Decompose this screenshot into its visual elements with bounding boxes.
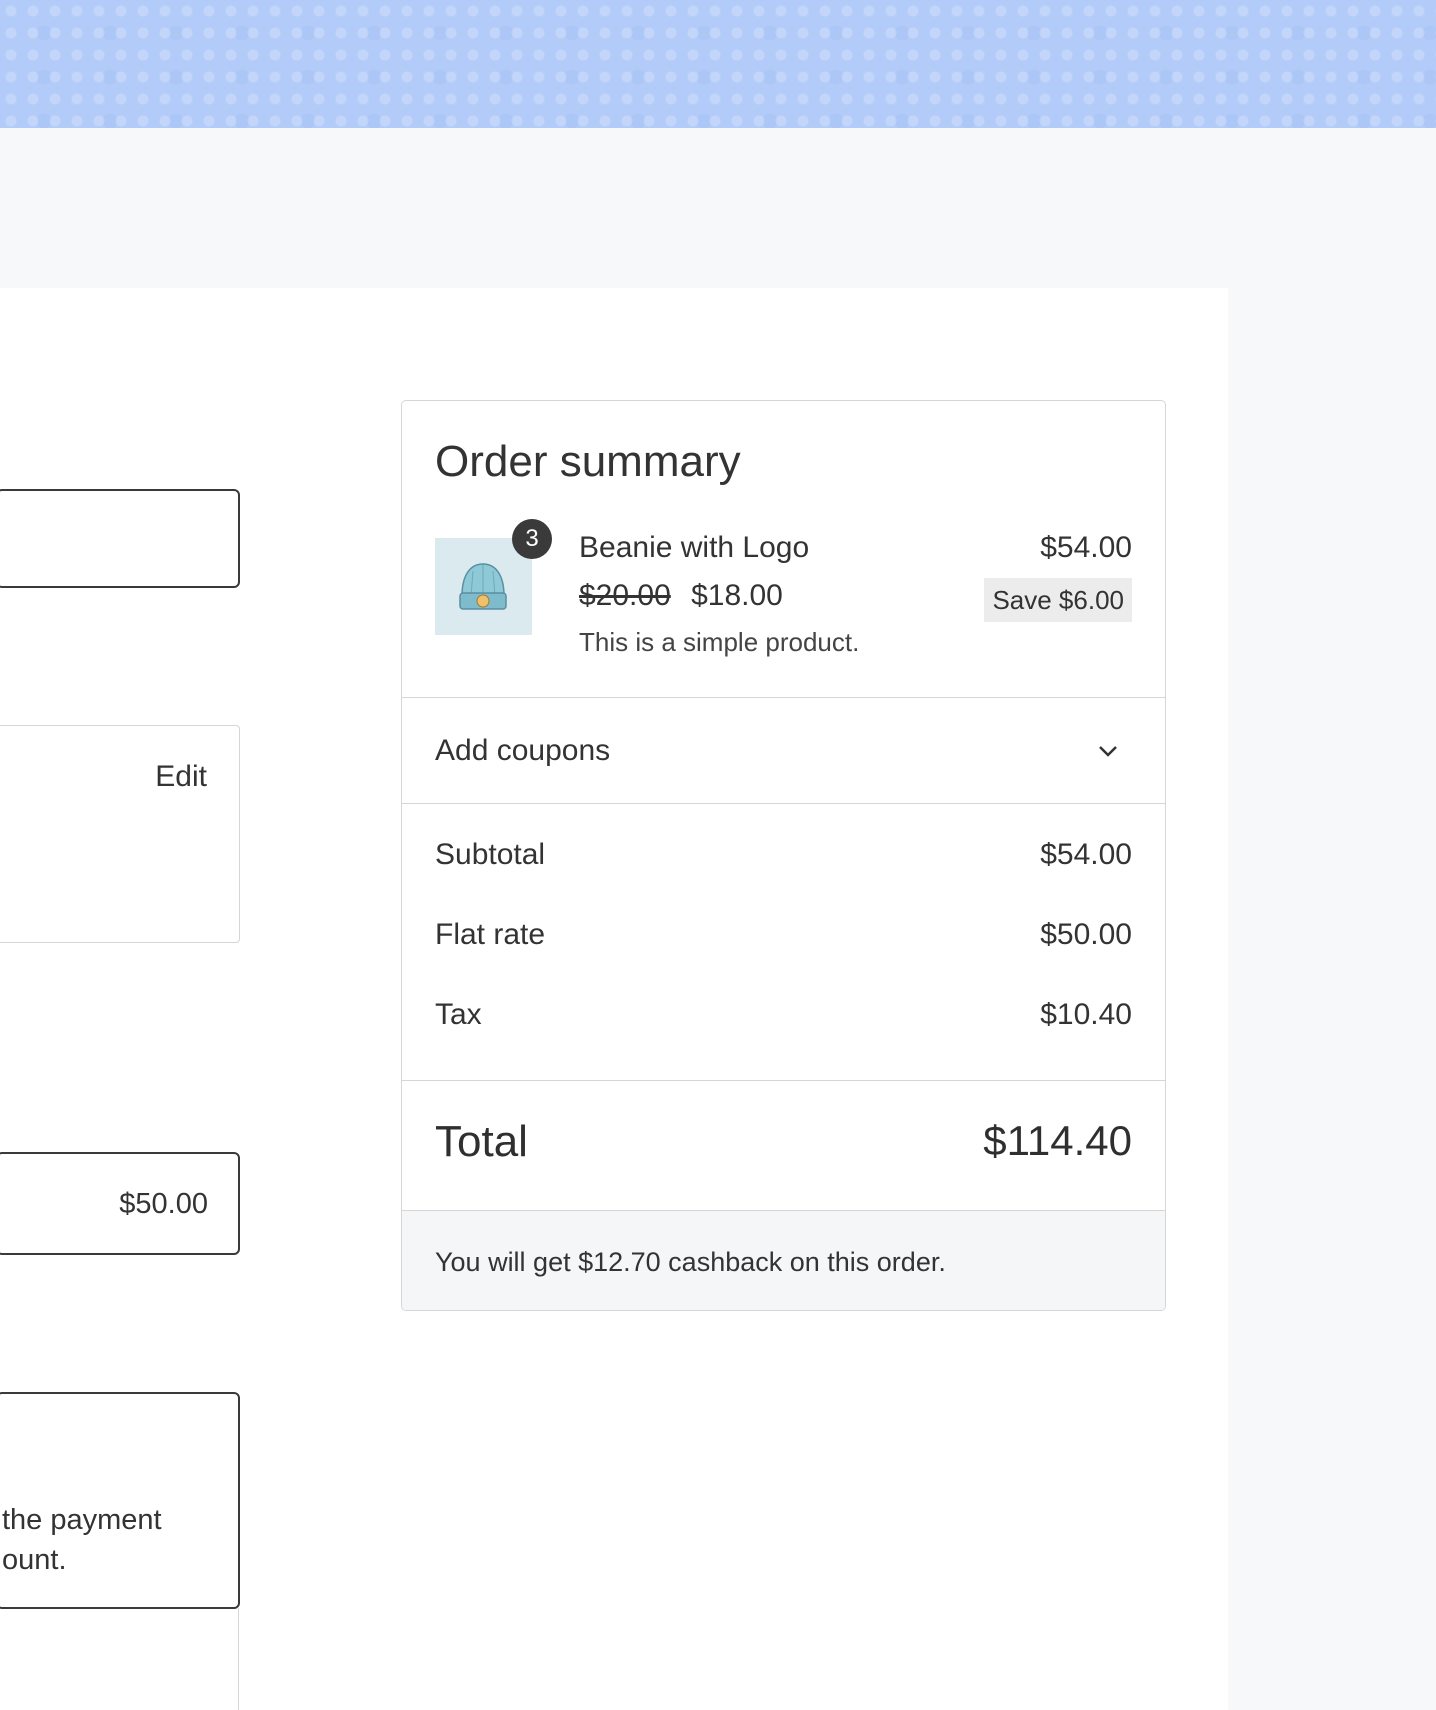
item-prices: $20.00 $18.00 bbox=[579, 579, 783, 613]
add-coupons-toggle[interactable]: Add coupons bbox=[402, 698, 1165, 803]
add-coupons-label: Add coupons bbox=[435, 734, 611, 767]
tax-value: $10.40 bbox=[1040, 998, 1132, 1031]
payment-option-description: the payment ount. bbox=[2, 1504, 162, 1576]
item-line-total: $54.00 bbox=[1040, 531, 1132, 564]
payment-option-border bbox=[238, 1608, 239, 1710]
shipping-address-card: Edit bbox=[0, 725, 240, 943]
tax-label: Tax bbox=[435, 998, 482, 1031]
shipping-value: $50.00 bbox=[1040, 918, 1132, 951]
shipping-option-flat-rate[interactable]: $50.00 bbox=[0, 1152, 240, 1255]
item-save-badge: Save $6.00 bbox=[984, 578, 1132, 622]
item-quantity-badge: 3 bbox=[512, 519, 552, 559]
order-summary: Order summary 3 Beanie with Logo $20.00 … bbox=[401, 400, 1166, 1311]
subtotal-value: $54.00 bbox=[1040, 838, 1132, 871]
item-description: This is a simple product. bbox=[579, 627, 860, 657]
hero-banner bbox=[0, 0, 1436, 128]
divider bbox=[402, 1080, 1165, 1081]
cashback-text: You will get $12.70 cashback on this ord… bbox=[435, 1247, 946, 1277]
contact-input[interactable] bbox=[0, 489, 240, 588]
subtotal-label: Subtotal bbox=[435, 838, 546, 871]
divider bbox=[402, 803, 1165, 804]
item-original-price: $20.00 bbox=[579, 579, 671, 612]
order-summary-title: Order summary bbox=[435, 437, 741, 486]
item-sale-price: $18.00 bbox=[691, 579, 783, 612]
item-name: Beanie with Logo bbox=[579, 531, 810, 564]
payment-option[interactable]: the payment ount. bbox=[0, 1392, 240, 1609]
total-value: $114.40 bbox=[983, 1117, 1132, 1164]
cashback-notice: You will get $12.70 cashback on this ord… bbox=[402, 1210, 1165, 1310]
chevron-down-icon bbox=[1099, 746, 1117, 757]
edit-address-button[interactable]: Edit bbox=[155, 760, 207, 794]
shipping-option-price: $50.00 bbox=[119, 1188, 208, 1220]
shipping-label: Flat rate bbox=[435, 918, 546, 951]
total-label: Total bbox=[435, 1117, 528, 1166]
